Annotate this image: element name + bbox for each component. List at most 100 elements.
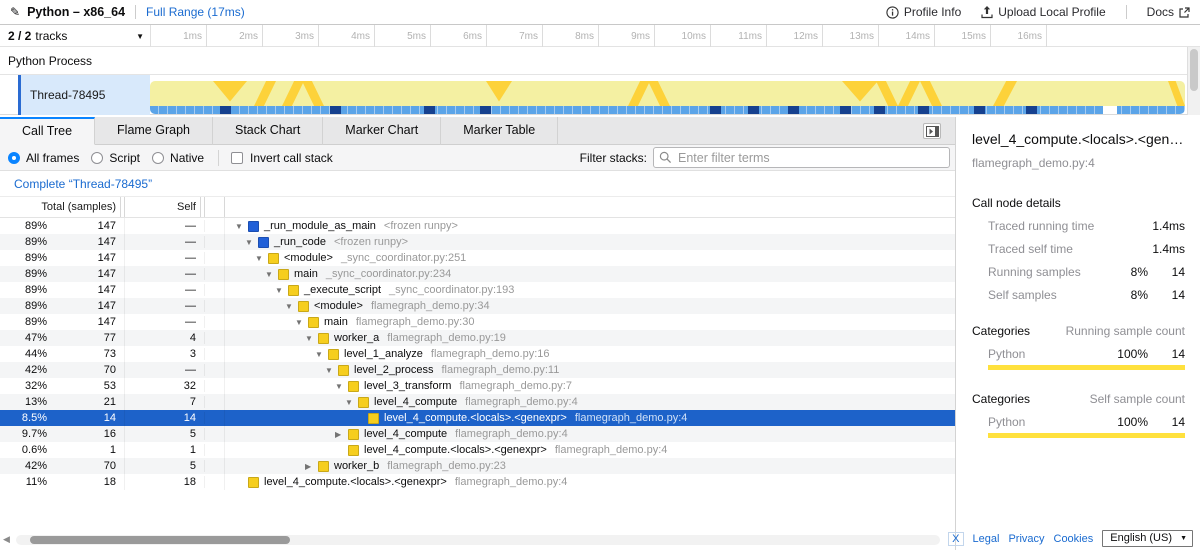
footer-link-x[interactable]: X (948, 532, 963, 546)
upload-profile-button[interactable]: Upload Local Profile (971, 5, 1115, 19)
collapse-icon[interactable]: ▼ (345, 398, 358, 407)
total-samples: 147 (98, 300, 116, 312)
collapse-icon[interactable]: ▼ (265, 270, 278, 279)
tab-stack-chart[interactable]: Stack Chart (213, 117, 323, 145)
thread-track-row[interactable]: Thread-78495 (0, 75, 1200, 115)
horizontal-scrollbar-thumb[interactable] (30, 536, 290, 544)
table-row[interactable]: 9.7%165▶level_4_computeflamegraph_demo.p… (0, 426, 955, 442)
collapse-icon[interactable]: ▼ (235, 222, 248, 231)
total-percent: 13% (25, 396, 47, 408)
filter-stacks-input[interactable] (653, 147, 950, 168)
invert-call-stack-checkbox[interactable] (231, 152, 243, 164)
profile-info-button[interactable]: Profile Info (876, 5, 971, 19)
tab-call-tree[interactable]: Call Tree (0, 117, 95, 145)
collapse-icon[interactable]: ▼ (245, 238, 258, 247)
self-cell: — (125, 284, 205, 296)
table-row[interactable]: 89%147—▼main_sync_coordinator.py:234 (0, 266, 955, 282)
total-percent: 0.6% (22, 444, 47, 456)
function-cell: ▼_execute_script_sync_coordinator.py:193 (225, 284, 955, 296)
table-row[interactable]: 0.6%11level_4_compute.<locals>.<genexpr>… (0, 442, 955, 458)
track-activity-graph[interactable] (150, 81, 1185, 114)
call-tree-settings: All frames Script Native Invert call stack… (0, 145, 955, 171)
script-radio[interactable] (91, 152, 103, 164)
total-percent: 89% (25, 316, 47, 328)
function-name: level_1_analyze (344, 348, 423, 360)
total-percent: 11% (26, 476, 47, 488)
all-frames-radio[interactable] (8, 152, 20, 164)
footer-link-legal[interactable]: Legal (973, 533, 1000, 545)
footer-link-privacy[interactable]: Privacy (1008, 533, 1044, 545)
total-cell: 89%147 (0, 234, 125, 250)
column-header-self[interactable]: Self (125, 197, 205, 217)
collapse-icon[interactable]: ▼ (255, 254, 268, 263)
spacer-cell (205, 426, 225, 442)
sample-cluster (840, 106, 851, 114)
full-range-button[interactable]: Full Range (17ms) (146, 5, 245, 19)
table-row[interactable]: 32%5332▼level_3_transformflamegraph_demo… (0, 378, 955, 394)
invert-call-stack-label[interactable]: Invert call stack (250, 151, 333, 165)
collapse-icon[interactable]: ▼ (335, 382, 348, 391)
function-location: flamegraph_demo.py:4 (575, 412, 688, 424)
category-icon (348, 445, 359, 456)
scroll-left-icon[interactable]: ◀ (3, 534, 10, 545)
cpu-spike (213, 81, 247, 102)
docs-button[interactable]: Docs (1137, 5, 1200, 19)
table-row[interactable]: 89%147—▼<module>_sync_coordinator.py:251 (0, 250, 955, 266)
collapse-icon[interactable]: ▼ (295, 318, 308, 327)
tracks-scrollbar[interactable] (1187, 47, 1200, 115)
table-row[interactable]: 44%733▼level_1_analyzeflamegraph_demo.py… (0, 346, 955, 362)
language-select[interactable]: English (US) ▼ (1102, 530, 1193, 547)
table-row[interactable]: 11%1818level_4_compute.<locals>.<genexpr… (0, 474, 955, 490)
footer-link-cookies[interactable]: Cookies (1054, 533, 1094, 545)
expand-icon[interactable]: ▶ (335, 430, 348, 439)
collapse-icon[interactable]: ▼ (325, 366, 338, 375)
cpu-spike (282, 81, 304, 106)
tab-marker-table[interactable]: Marker Table (441, 117, 558, 145)
selected-node-location: flamegraph_demo.py:4 (972, 156, 1185, 170)
thread-track-label[interactable]: Thread-78495 (21, 75, 150, 115)
table-row[interactable]: 89%147—▼<module>flamegraph_demo.py:34 (0, 298, 955, 314)
expand-icon[interactable]: ▶ (305, 462, 318, 471)
open-sidebar-button[interactable] (923, 123, 941, 139)
category-icon (348, 381, 359, 392)
collapse-icon[interactable]: ▼ (305, 334, 318, 343)
collapse-icon[interactable]: ▼ (285, 302, 298, 311)
tracks-visibility-dropdown[interactable]: 2 / 2 tracks ▼ (8, 25, 150, 47)
sample-gap (1103, 106, 1117, 114)
function-location: flamegraph_demo.py:34 (371, 300, 490, 312)
complete-range-breadcrumb[interactable]: Complete “Thread-78495” (14, 177, 152, 191)
collapse-icon[interactable]: ▼ (275, 286, 288, 295)
edit-profile-name-icon[interactable]: ✎ (10, 5, 20, 19)
table-row[interactable]: 13%217▼level_4_computeflamegraph_demo.py… (0, 394, 955, 410)
all-frames-radio-label[interactable]: All frames (26, 151, 79, 165)
table-row[interactable]: 42%705▶worker_bflamegraph_demo.py:23 (0, 458, 955, 474)
total-cell: 32%53 (0, 378, 125, 394)
detail-row: Self samples8%14 (972, 288, 1185, 302)
cpu-spike (993, 81, 1017, 106)
spacer-cell (205, 442, 225, 458)
category-icon (318, 333, 329, 344)
function-location: _sync_coordinator.py:193 (389, 284, 514, 296)
table-row[interactable]: 89%147—▼_run_module_as_main<frozen runpy… (0, 218, 955, 234)
native-radio-label[interactable]: Native (170, 151, 204, 165)
horizontal-scrollbar[interactable] (16, 535, 940, 545)
divider (218, 150, 219, 166)
process-track-row[interactable]: Python Process (0, 47, 1200, 75)
table-row[interactable]: 89%147—▼_execute_script_sync_coordinator… (0, 282, 955, 298)
category-icon (368, 413, 379, 424)
collapse-icon[interactable]: ▼ (315, 350, 328, 359)
table-row[interactable]: 89%147—▼mainflamegraph_demo.py:30 (0, 314, 955, 330)
cpu-spike (1168, 81, 1185, 106)
tab-marker-chart[interactable]: Marker Chart (323, 117, 441, 145)
column-header-total[interactable]: Total (samples) (0, 197, 125, 217)
total-samples: 70 (104, 364, 116, 376)
table-row[interactable]: 47%774▼worker_aflamegraph_demo.py:19 (0, 330, 955, 346)
spacer-cell (205, 474, 225, 490)
native-radio[interactable] (152, 152, 164, 164)
tab-flame-graph[interactable]: Flame Graph (95, 117, 213, 145)
table-row[interactable]: 8.5%1414level_4_compute.<locals>.<genexp… (0, 410, 955, 426)
script-radio-label[interactable]: Script (109, 151, 140, 165)
self-cell: 7 (125, 396, 205, 408)
table-row[interactable]: 42%70—▼level_2_processflamegraph_demo.py… (0, 362, 955, 378)
table-row[interactable]: 89%147—▼_run_code<frozen runpy> (0, 234, 955, 250)
